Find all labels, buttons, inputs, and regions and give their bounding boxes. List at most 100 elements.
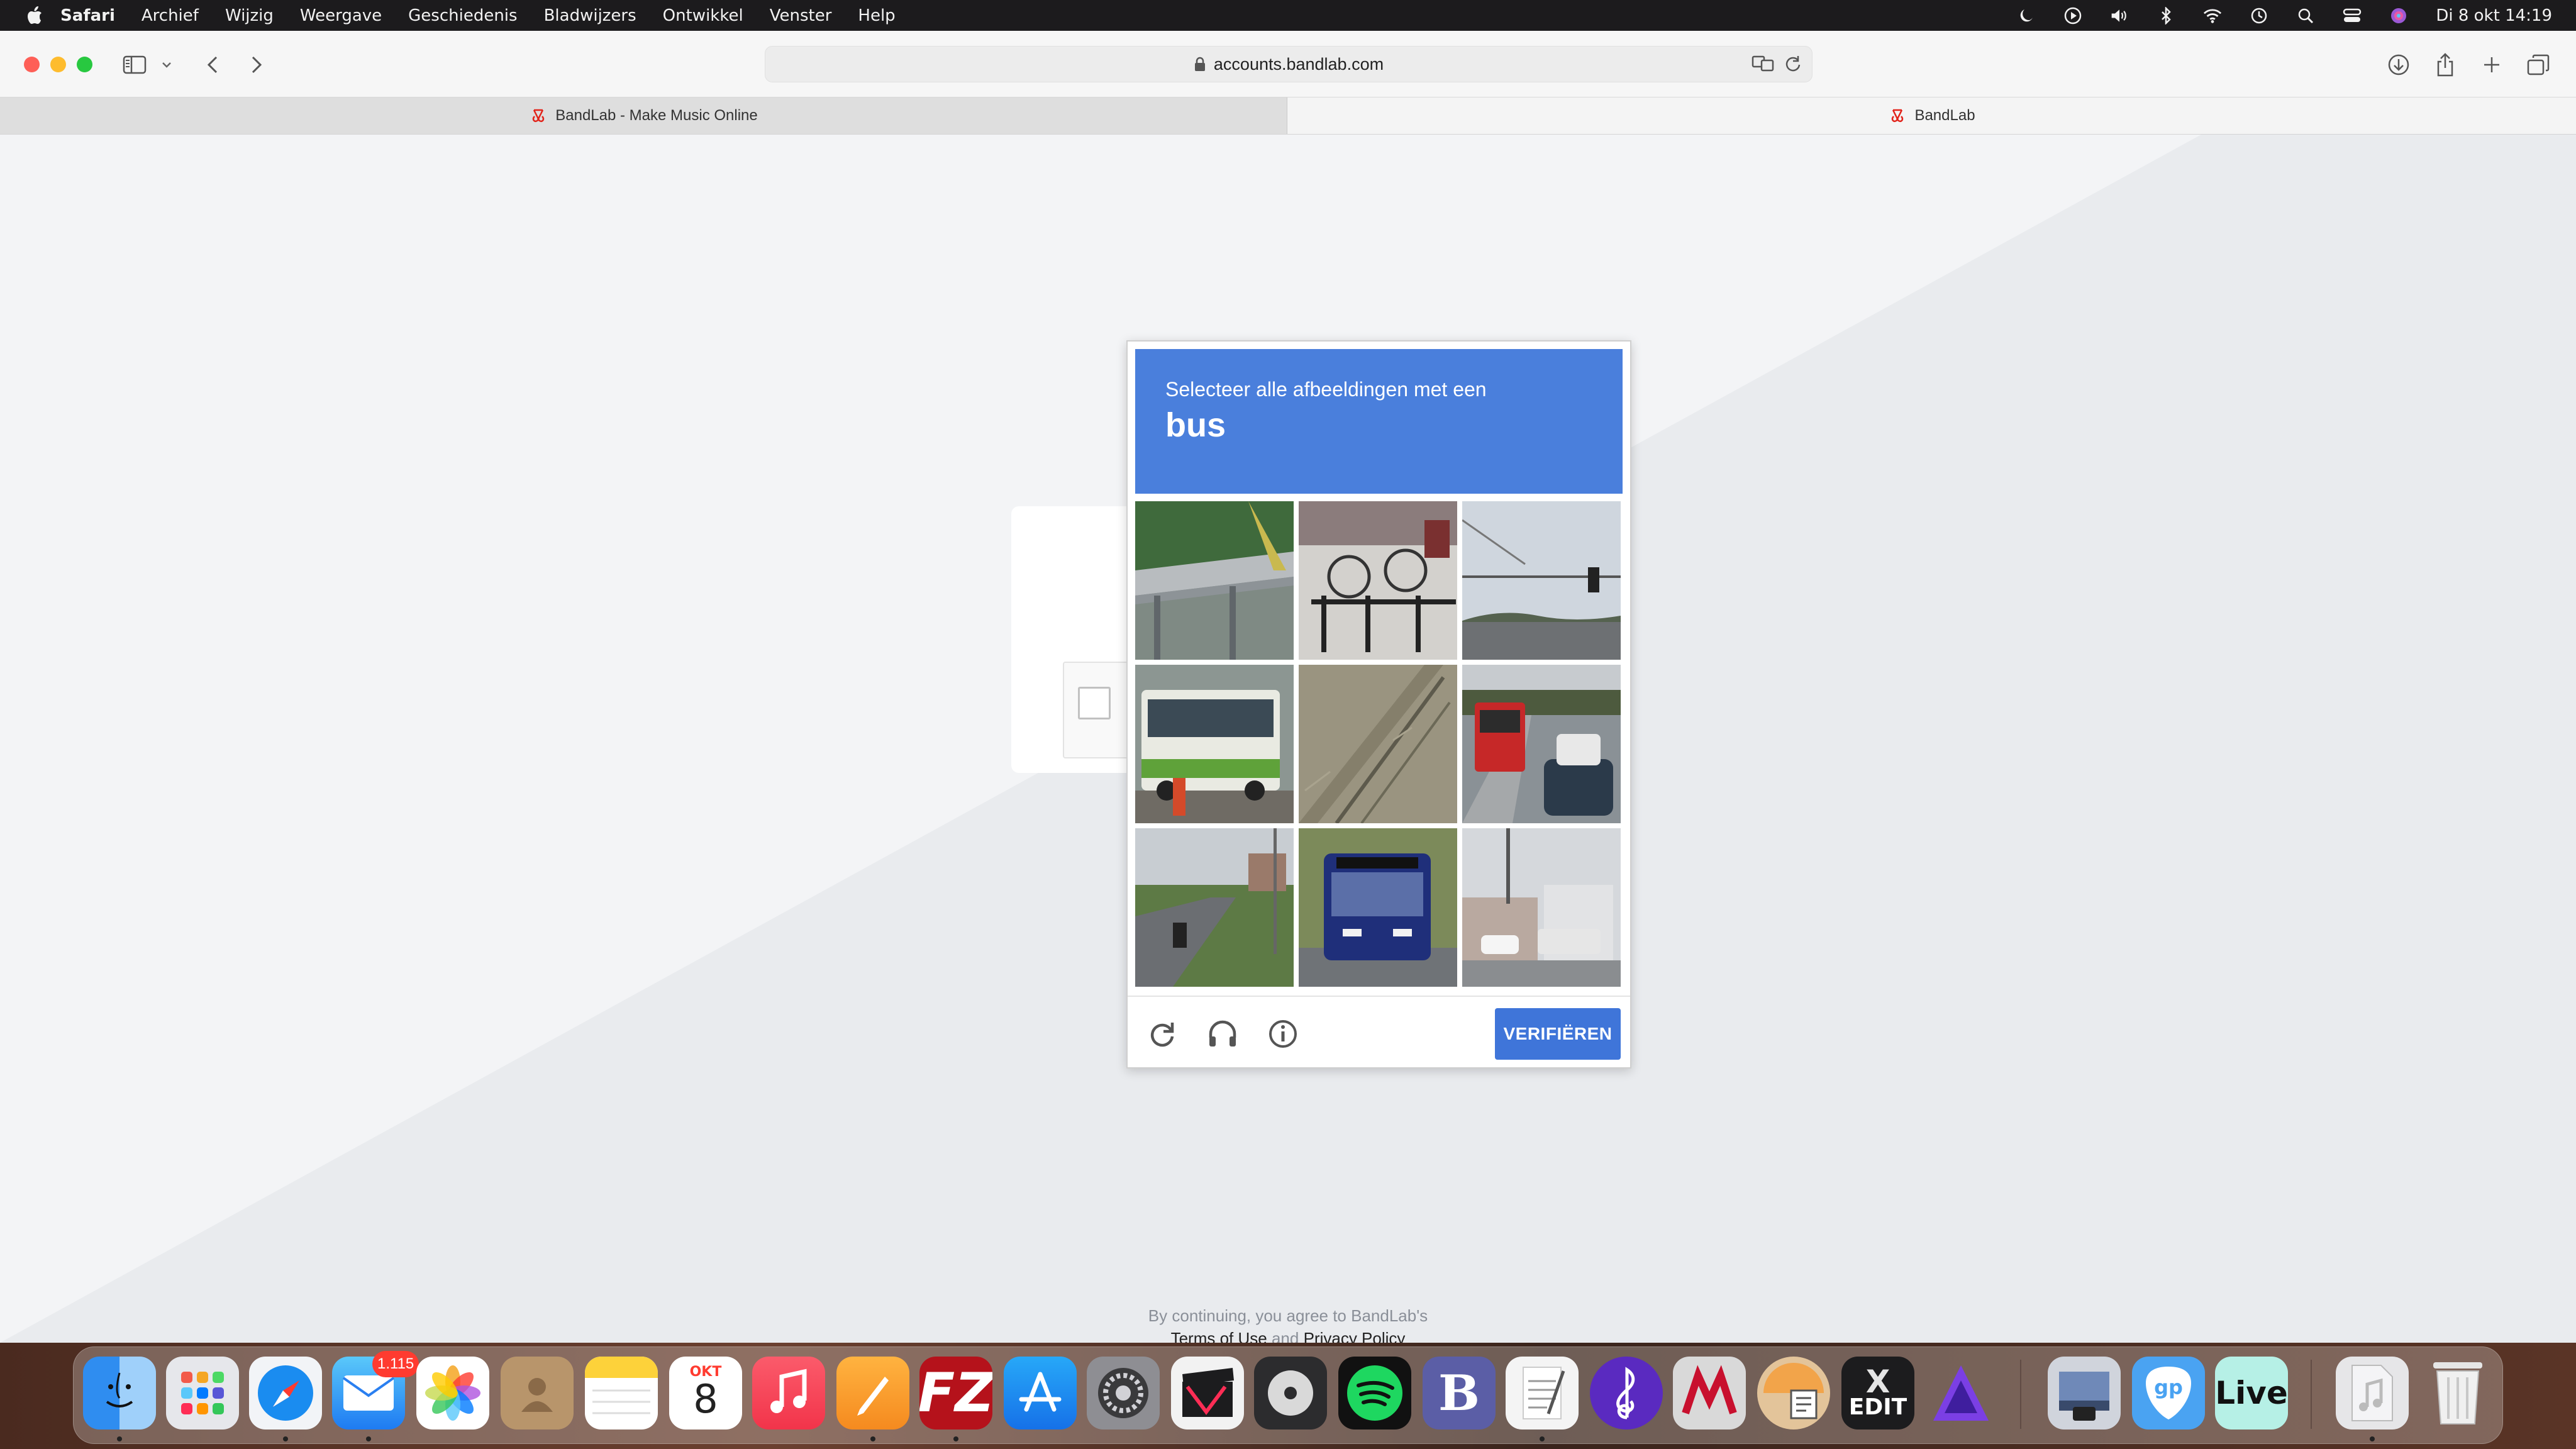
music-icon[interactable] <box>752 1357 825 1430</box>
translate-icon[interactable] <box>1752 54 1775 77</box>
menu-ontwikkel[interactable]: Ontwikkel <box>663 6 743 25</box>
final-cut-icon[interactable] <box>1171 1357 1244 1430</box>
x32-edit-icon[interactable]: X EDIT <box>1841 1357 1914 1430</box>
dock-separator <box>2020 1360 2021 1429</box>
captcha-header: Selecteer alle afbeeldingen met een bus <box>1135 349 1623 494</box>
reader-icon[interactable] <box>1757 1357 1830 1430</box>
musescore-icon[interactable] <box>1590 1357 1663 1430</box>
legal-line: By continuing, you agree to BandLab's <box>1148 1306 1428 1325</box>
tab-bandlab[interactable]: BandLab <box>1287 97 2576 134</box>
terms-link[interactable]: Terms of Use <box>1171 1329 1267 1343</box>
siri-icon[interactable] <box>2389 6 2408 25</box>
tab-bandlab-make-music[interactable]: BandLab - Make Music Online <box>0 97 1287 134</box>
close-window-button[interactable] <box>24 57 40 72</box>
safari-window: accounts.bandlab.com BandLab - Make Musi… <box>0 31 2576 1343</box>
reload-challenge-icon[interactable] <box>1145 1017 1179 1051</box>
svg-text:gp: gp <box>2154 1375 2183 1399</box>
menu-venster[interactable]: Venster <box>770 6 832 25</box>
launchpad-icon[interactable] <box>166 1357 239 1430</box>
menu-archief[interactable]: Archief <box>142 6 199 25</box>
filezilla-icon[interactable]: FZ <box>919 1357 992 1430</box>
menu-help[interactable]: Help <box>858 6 895 25</box>
system-settings-icon[interactable] <box>1087 1357 1160 1430</box>
new-tab-icon[interactable] <box>2479 52 2504 77</box>
menu-wijzig[interactable]: Wijzig <box>225 6 274 25</box>
running-indicator <box>870 1436 875 1441</box>
running-indicator <box>117 1436 122 1441</box>
bbedit-icon[interactable]: B <box>1423 1357 1496 1430</box>
affinity-icon[interactable] <box>1924 1357 1997 1430</box>
bluetooth-icon[interactable] <box>2157 6 2175 25</box>
clock[interactable]: Di 8 okt 14:19 <box>2436 6 2552 25</box>
forward-icon[interactable] <box>244 52 269 77</box>
captcha-tile-bicycles[interactable] <box>1299 501 1457 660</box>
menu-bar: Safari Archief Wijzig Weergave Geschiede… <box>0 0 2576 31</box>
spotify-icon[interactable] <box>1338 1357 1411 1430</box>
info-icon[interactable] <box>1266 1017 1300 1051</box>
menu-bladwijzers[interactable]: Bladwijzers <box>544 6 636 25</box>
guitar-pro-icon[interactable]: gp <box>2132 1357 2205 1430</box>
captcha-tile-bus-green[interactable] <box>1135 665 1294 823</box>
apple-icon[interactable] <box>26 6 43 25</box>
time-machine-icon[interactable] <box>2250 6 2268 25</box>
verify-button[interactable]: VERIFIËREN <box>1495 1008 1621 1060</box>
captcha-tile-traffic-light[interactable] <box>1462 501 1621 660</box>
captcha-tile-street[interactable] <box>1462 828 1621 987</box>
running-indicator <box>283 1436 288 1441</box>
pages-icon[interactable] <box>836 1357 909 1430</box>
address-text: accounts.bandlab.com <box>1213 54 1384 74</box>
zoom-window-button[interactable] <box>77 57 92 72</box>
safari-icon[interactable] <box>249 1357 322 1430</box>
menu-geschiedenis[interactable]: Geschiedenis <box>408 6 517 25</box>
audio-challenge-icon[interactable] <box>1206 1017 1240 1051</box>
search-icon[interactable] <box>2296 6 2315 25</box>
ableton-live-icon[interactable]: Live <box>2215 1357 2288 1430</box>
music-file-icon[interactable] <box>2336 1357 2409 1430</box>
ableton-live-label: Live <box>2215 1375 2288 1411</box>
captcha-footer: VERIFIËREN <box>1128 996 1630 1070</box>
chevron-down-icon[interactable] <box>157 52 176 77</box>
captcha-tile-road-motorbike[interactable] <box>1135 828 1294 987</box>
captcha-tile-guardrail[interactable] <box>1135 501 1294 660</box>
tab-label: BandLab <box>1914 107 1975 124</box>
notes-icon[interactable] <box>585 1357 658 1430</box>
textedit-icon[interactable] <box>1506 1357 1579 1430</box>
logic-icon[interactable] <box>1254 1357 1327 1430</box>
captcha-image-grid <box>1135 501 1623 987</box>
contacts-icon[interactable] <box>501 1357 574 1430</box>
wifi-icon[interactable] <box>2203 6 2222 25</box>
control-center-icon[interactable] <box>2343 6 2362 25</box>
finder-icon[interactable] <box>83 1357 156 1430</box>
captcha-tile-grass[interactable] <box>1299 665 1457 823</box>
browser-toolbar: accounts.bandlab.com <box>0 31 2576 97</box>
legal-notice: By continuing, you agree to BandLab's Te… <box>1011 1304 1565 1343</box>
photos-icon[interactable] <box>416 1357 489 1430</box>
captcha-tile-bus-blue[interactable] <box>1299 828 1457 987</box>
recaptcha-checkbox[interactable] <box>1078 687 1111 719</box>
captcha-tile-bus-red[interactable] <box>1462 665 1621 823</box>
reload-icon[interactable] <box>1784 54 1802 77</box>
app-store-icon[interactable] <box>1004 1357 1077 1430</box>
back-icon[interactable] <box>200 52 225 77</box>
status-area: Di 8 okt 14:19 <box>1989 0 2552 31</box>
preview-icon[interactable] <box>2048 1357 2121 1430</box>
downloads-icon[interactable] <box>2386 52 2411 77</box>
sidebar-icon[interactable] <box>122 52 147 77</box>
trash-icon[interactable] <box>2421 1357 2494 1430</box>
x32-edit-label: EDIT <box>1848 1394 1907 1420</box>
calendar-day: 8 <box>693 1375 718 1422</box>
tab-overview-icon[interactable] <box>2526 52 2551 77</box>
privacy-link[interactable]: Privacy Policy <box>1304 1329 1406 1343</box>
volume-icon[interactable] <box>2110 6 2129 25</box>
menu-weergave[interactable]: Weergave <box>300 6 382 25</box>
waves-icon[interactable] <box>1673 1357 1746 1430</box>
captcha-instruction: Selecteer alle afbeeldingen met een <box>1165 378 1487 401</box>
minimize-window-button[interactable] <box>50 57 66 72</box>
mail-unread-badge: 1.115 <box>372 1351 419 1377</box>
share-icon[interactable] <box>2433 52 2458 77</box>
calendar-icon[interactable]: OKT 8 <box>669 1357 742 1430</box>
moon-icon[interactable] <box>2017 6 2036 25</box>
play-icon[interactable] <box>2063 6 2082 25</box>
address-bar[interactable]: accounts.bandlab.com <box>765 46 1813 82</box>
menu-safari[interactable]: Safari <box>60 6 115 25</box>
